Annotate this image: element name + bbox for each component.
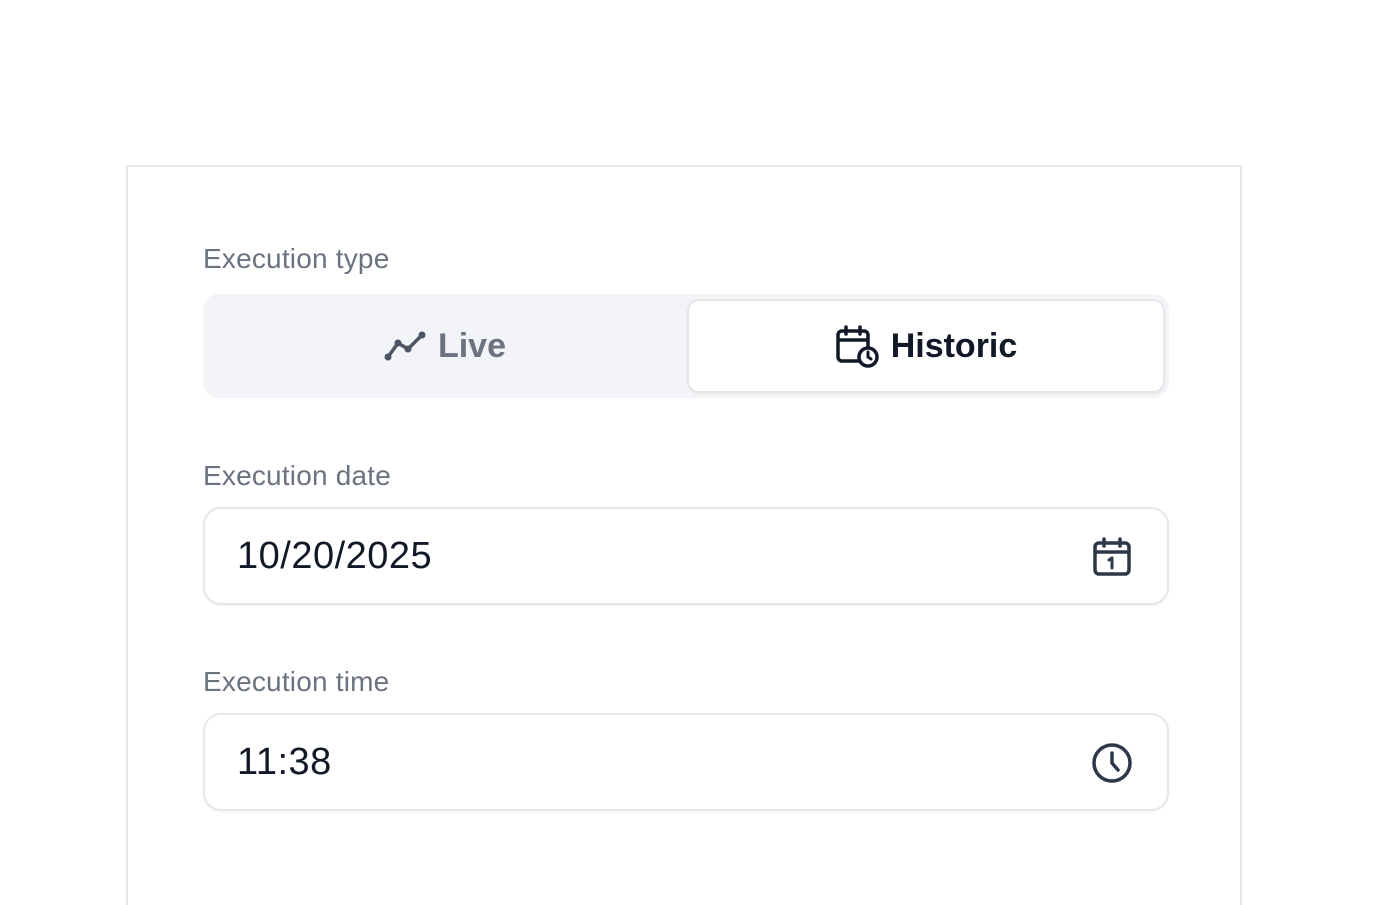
- historic-option-label: Historic: [890, 326, 1018, 365]
- live-option-label: Live: [437, 326, 507, 365]
- calendar-icon[interactable]: [1091, 536, 1133, 578]
- live-option-button[interactable]: Live: [203, 294, 687, 398]
- execution-type-toggle: Live Historic: [203, 294, 1169, 398]
- clock-icon[interactable]: [1091, 742, 1133, 784]
- execution-time-field[interactable]: 11:38: [203, 713, 1169, 811]
- execution-time-value[interactable]: 11:38: [237, 715, 332, 809]
- execution-type-label: Execution type: [203, 243, 390, 274]
- calendar-clock-icon: [835, 324, 879, 368]
- execution-date-label: Execution date: [203, 460, 392, 491]
- execution-date-value[interactable]: 10/20/2025: [237, 509, 432, 603]
- execution-date-field[interactable]: 10/20/2025: [203, 507, 1169, 605]
- historic-option-button[interactable]: Historic: [687, 299, 1165, 393]
- trend-line-icon: [384, 331, 426, 361]
- execution-time-label: Execution time: [203, 666, 390, 697]
